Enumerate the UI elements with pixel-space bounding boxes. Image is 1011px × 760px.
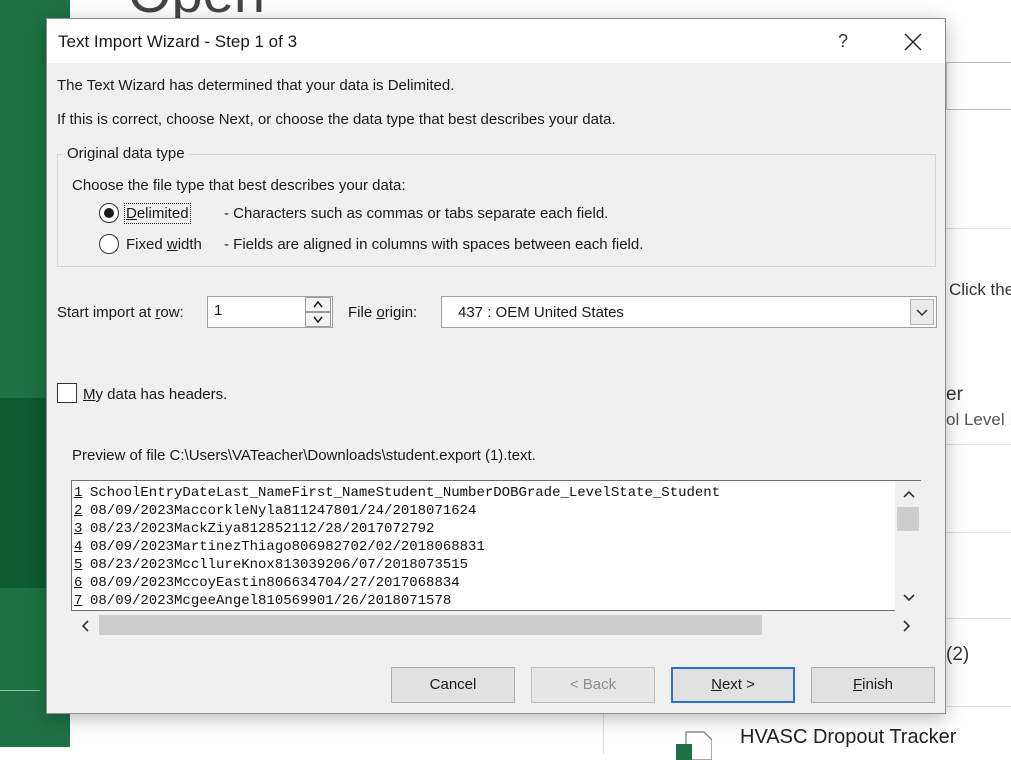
vertical-scroll-thumb[interactable] <box>897 507 919 531</box>
line-number: 1 <box>74 485 83 501</box>
line-text: 08/09/2023MartinezThiago806982702/02/201… <box>90 539 485 555</box>
chevron-down-icon <box>916 309 928 317</box>
intro-text: If this is correct, choose Next, or choo… <box>57 111 616 128</box>
line-number: 2 <box>74 503 83 519</box>
search-field[interactable] <box>946 62 1011 110</box>
start-row-label: Start import at row: <box>57 304 184 321</box>
delimited-radio[interactable] <box>99 203 119 223</box>
dialog-title: Text Import Wizard - Step 1 of 3 <box>58 32 298 51</box>
file-origin-dropdown[interactable]: 437 : OEM United States <box>441 296 937 328</box>
radio-selected-dot <box>104 208 114 218</box>
delimited-description: - Characters such as commas or tabs sepa… <box>224 205 609 222</box>
excel-file-icon <box>676 731 712 760</box>
chevron-down-icon <box>313 316 323 324</box>
help-button[interactable]: ? <box>825 26 861 56</box>
line-text: 08/23/2023MackZiya812852112/28/201707279… <box>90 521 435 537</box>
preview-line: 6 08/09/2023MccoyEastin806634704/27/20170… <box>72 574 720 592</box>
back-button[interactable]: < Back <box>531 667 655 703</box>
fixed-width-description: - Fields are aligned in columns with spa… <box>224 236 644 253</box>
preview-line: 2 08/09/2023MaccorkleNyla811247801/24/201… <box>72 502 720 520</box>
vertical-scrollbar[interactable] <box>895 481 922 611</box>
preview-line: 7 08/09/2023McgeeAngel810569901/26/201807… <box>72 592 720 610</box>
preview-line: 5 08/23/2023MccllureKnox813039206/07/2018… <box>72 556 720 574</box>
file-origin-value: 437 : OEM United States <box>458 304 624 321</box>
intro-text: The Text Wizard has determined that your… <box>57 77 455 94</box>
line-text: 08/23/2023MccllureKnox813039206/07/20180… <box>90 557 469 573</box>
recent-item-title[interactable]: er <box>946 384 963 406</box>
preview-line: 3 08/23/2023MackZiya812852112/28/20170727… <box>72 520 720 538</box>
fixed-width-label[interactable]: Fixed width <box>126 236 202 253</box>
next-button[interactable]: Next > <box>671 667 795 703</box>
group-title: Original data type <box>63 145 189 162</box>
hint-text: Click the <box>949 280 1011 299</box>
text-import-wizard-dialog: Text Import Wizard - Step 1 of 3 ? The T… <box>46 18 946 714</box>
close-button[interactable] <box>895 26 929 56</box>
line-number: 7 <box>74 593 83 609</box>
headers-checkbox[interactable] <box>57 383 77 403</box>
horizontal-scroll-thumb[interactable] <box>99 615 762 635</box>
choose-label: Choose the file type that best describes… <box>72 177 406 194</box>
close-icon <box>904 33 922 51</box>
line-text: 08/09/2023MccoyEastin806634704/27/201706… <box>90 575 460 591</box>
recent-item-title[interactable]: (2) <box>946 644 969 666</box>
line-text: 08/09/2023MaccorkleNyla811247801/24/2018… <box>90 503 477 519</box>
recent-file-name[interactable]: HVASC Dropout Tracker <box>740 726 956 749</box>
sidebar-divider <box>0 690 40 691</box>
horizontal-scrollbar[interactable] <box>71 613 921 637</box>
preview-lines: 1 SchoolEntryDateLast_NameFirst_NameStude… <box>72 484 720 610</box>
delimited-label[interactable]: Delimited <box>124 203 191 224</box>
dialog-titlebar[interactable]: Text Import Wizard - Step 1 of 3 ? <box>47 19 945 63</box>
line-number: 4 <box>74 539 83 555</box>
preview-line: 1 SchoolEntryDateLast_NameFirst_NameStude… <box>72 484 720 502</box>
line-text: SchoolEntryDateLast_NameFirst_NameStuden… <box>90 485 721 501</box>
divider <box>603 714 604 754</box>
finish-button[interactable]: Finish <box>811 667 935 703</box>
scroll-right-icon[interactable] <box>902 619 912 633</box>
dropdown-button[interactable] <box>910 299 934 325</box>
scroll-up-icon[interactable] <box>902 489 916 499</box>
fixed-width-radio[interactable] <box>99 234 119 254</box>
headers-label[interactable]: My data has headers. <box>83 386 227 403</box>
divider <box>946 532 1011 533</box>
preview-label: Preview of file C:\Users\VATeacher\Downl… <box>72 447 536 464</box>
divider <box>946 228 1011 229</box>
spin-down-button[interactable] <box>305 312 331 327</box>
divider <box>946 618 1011 619</box>
divider <box>946 444 1011 445</box>
line-number: 6 <box>74 575 83 591</box>
recent-item-path: ol Level I <box>946 410 1011 429</box>
scroll-down-icon[interactable] <box>902 593 916 603</box>
chevron-up-icon <box>313 300 323 308</box>
line-text: 08/09/2023McgeeAngel810569901/26/2018071… <box>90 593 452 609</box>
file-preview[interactable]: 1 SchoolEntryDateLast_NameFirst_NameStude… <box>71 480 921 611</box>
file-origin-label: File origin: <box>348 304 418 321</box>
divider <box>946 706 1011 707</box>
preview-line: 4 08/09/2023MartinezThiago806982702/02/20… <box>72 538 720 556</box>
line-number: 3 <box>74 521 83 537</box>
scroll-left-icon[interactable] <box>80 619 90 633</box>
cancel-button[interactable]: Cancel <box>391 667 515 703</box>
start-row-spinner[interactable] <box>305 297 331 327</box>
spin-up-button[interactable] <box>305 297 331 312</box>
line-number: 5 <box>74 557 83 573</box>
